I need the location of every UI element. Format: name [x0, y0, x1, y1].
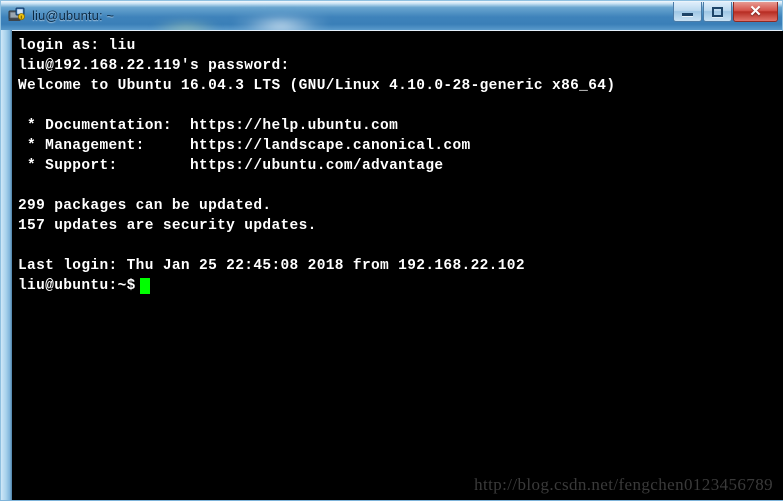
watermark-text: http://blog.csdn.net/fengchen0123456789	[474, 475, 773, 494]
terminal-prompt-line: liu@ubuntu:~$	[18, 276, 783, 296]
shell-prompt: liu@ubuntu:~$	[18, 278, 136, 294]
putty-icon[interactable]	[8, 7, 26, 25]
window-controls: ✕	[672, 2, 778, 24]
window-left-border	[1, 30, 12, 500]
titlebar-glass-glow-secondary	[151, 19, 221, 30]
minimize-icon	[682, 12, 693, 16]
terminal-screen[interactable]: login as: liu liu@192.168.22.119's passw…	[12, 31, 783, 501]
block-cursor-icon	[139, 278, 150, 294]
putty-terminal-window: liu@ubuntu: ~ ✕ login as: liu liu@192.16…	[0, 0, 783, 501]
close-button[interactable]: ✕	[733, 2, 778, 22]
terminal-line-security-updates: 157 updates are security updates.	[18, 218, 317, 234]
terminal-line-support: * Support: https://ubuntu.com/advantage	[18, 158, 444, 174]
window-titlebar[interactable]: liu@ubuntu: ~ ✕	[1, 1, 782, 30]
terminal-line-packages: 299 packages can be updated.	[18, 198, 272, 214]
terminal-line: Welcome to Ubuntu 16.04.3 LTS (GNU/Linux…	[18, 78, 616, 94]
close-icon: ✕	[749, 3, 762, 20]
minimize-button[interactable]	[673, 2, 702, 22]
terminal-line: liu@192.168.22.119's password:	[18, 58, 290, 74]
terminal-line: login as: liu	[18, 38, 136, 54]
terminal-text-area: login as: liu liu@192.168.22.119's passw…	[18, 36, 783, 501]
terminal-line-management: * Management: https://landscape.canonica…	[18, 138, 471, 154]
maximize-icon	[712, 6, 723, 17]
maximize-button[interactable]	[703, 2, 732, 22]
titlebar-glass-glow	[236, 13, 326, 30]
terminal-line-last-login: Last login: Thu Jan 25 22:45:08 2018 fro…	[18, 258, 525, 274]
terminal-line-documentation: * Documentation: https://help.ubuntu.com	[18, 118, 399, 134]
window-title: liu@ubuntu: ~	[32, 8, 115, 23]
titlebar-left-group: liu@ubuntu: ~	[8, 1, 114, 30]
